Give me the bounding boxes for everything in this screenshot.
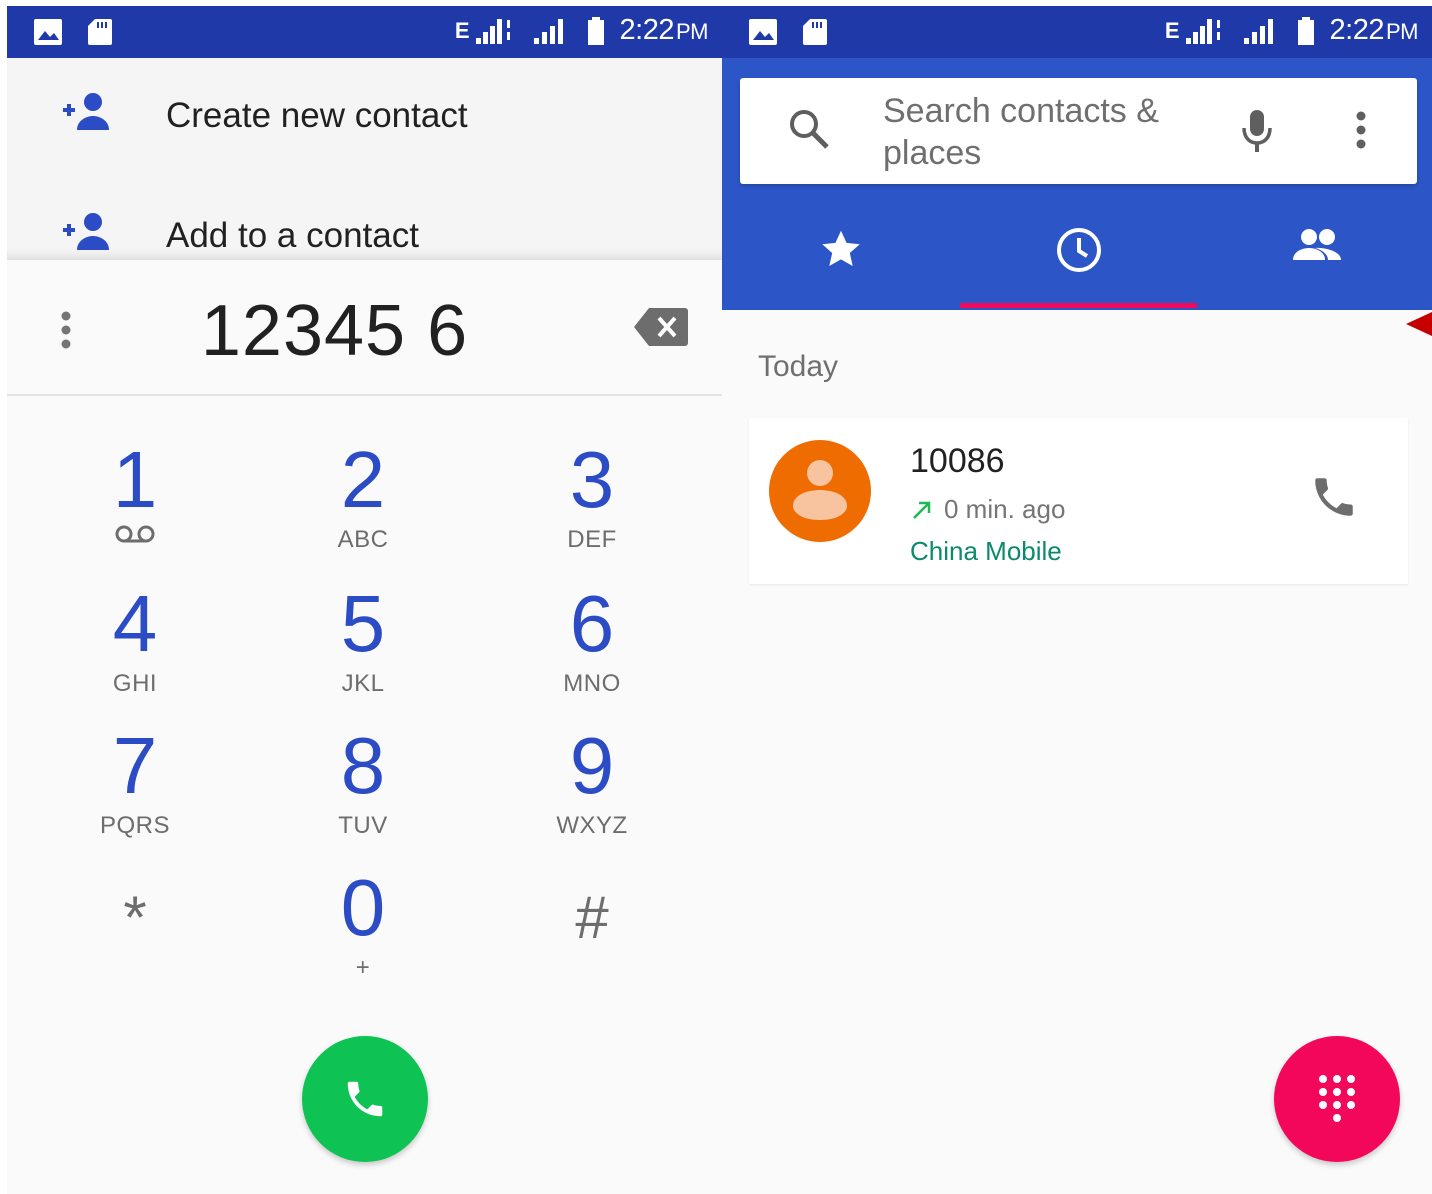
search-box[interactable]: Search contacts & places (740, 78, 1417, 184)
backspace-icon[interactable] (633, 306, 689, 348)
tab-contacts[interactable] (1198, 204, 1432, 308)
call-time: 0 min. ago (944, 494, 1066, 524)
battery-icon (1297, 16, 1314, 45)
digits-bar: 12345 6 (7, 260, 722, 396)
add-to-contact-label: Add to a contact (166, 216, 419, 255)
phone-icon[interactable] (1309, 472, 1359, 522)
signal-icon-2 (533, 18, 563, 44)
dialpad-icon (1319, 1075, 1355, 1122)
sd-card-icon (88, 19, 112, 45)
network-type: E (454, 17, 470, 43)
dialed-digits[interactable]: 12345 6 (7, 290, 722, 372)
key-star[interactable]: * (55, 876, 215, 996)
add-to-contact-item[interactable]: Add to a contact (7, 206, 722, 266)
key-9[interactable]: 9 WXYZ (512, 726, 672, 846)
image-notification-icon (34, 19, 62, 45)
person-icon (793, 460, 847, 520)
app-header: Search contacts & places (722, 58, 1432, 310)
add-person-icon (63, 93, 109, 130)
pointer-marker (1406, 312, 1432, 336)
key-3[interactable]: 3 DEF (512, 440, 672, 560)
key-5[interactable]: 5 JKL (283, 584, 443, 704)
signal-icon (475, 18, 510, 44)
call-button[interactable] (302, 1036, 428, 1162)
create-new-contact-item[interactable]: Create new contact (7, 86, 722, 146)
call-number: 10086 (910, 442, 1005, 480)
phone-icon (347, 1081, 383, 1117)
tab-recents[interactable] (960, 204, 1197, 308)
tab-speed-dial[interactable] (722, 204, 959, 308)
dialer-screen: E 2:22PM Create new contact Add to a con… (7, 6, 722, 1194)
people-icon (1292, 229, 1341, 260)
voicemail-icon (115, 525, 155, 543)
recents-screen: E 2:22PM Search contacts & places Today (722, 6, 1432, 1194)
clock: 2:22PM (1329, 14, 1419, 46)
search-placeholder[interactable]: Search contacts & places (883, 90, 1213, 174)
search-icon (790, 110, 829, 149)
add-person-icon (63, 213, 109, 250)
suggestion-list: Create new contact Add to a contact (7, 58, 722, 260)
signal-icon-2 (1243, 18, 1273, 44)
key-4[interactable]: 4 GHI (55, 584, 215, 704)
signal-icon (1185, 18, 1220, 44)
status-bar: E 2:22PM (722, 6, 1432, 58)
dialpad-button[interactable] (1274, 1036, 1400, 1162)
key-6[interactable]: 6 MNO (512, 584, 672, 704)
clock: 2:22PM (619, 14, 709, 46)
clock-icon (1056, 228, 1101, 272)
call-carrier: China Mobile (910, 536, 1062, 566)
outgoing-call-arrow-icon (913, 501, 931, 519)
call-meta: 0 min. ago (910, 494, 1065, 525)
network-type: E (1164, 17, 1180, 43)
key-2[interactable]: 2 ABC (283, 440, 443, 560)
key-0[interactable]: 0 + (283, 868, 443, 988)
battery-icon (587, 16, 604, 45)
key-8[interactable]: 8 TUV (283, 726, 443, 846)
sd-card-icon (803, 19, 827, 45)
section-header: Today (758, 350, 839, 383)
image-notification-icon (749, 19, 777, 45)
key-1[interactable]: 1 (55, 440, 215, 560)
call-log-item[interactable]: 10086 0 min. ago China Mobile (749, 418, 1408, 584)
key-7[interactable]: 7 PQRS (55, 726, 215, 846)
avatar (769, 440, 871, 542)
status-bar: E 2:22PM (7, 6, 722, 58)
microphone-icon[interactable] (1240, 108, 1274, 154)
star-icon (821, 230, 860, 267)
create-new-contact-label: Create new contact (166, 96, 468, 135)
overflow-menu-icon[interactable] (1354, 110, 1368, 150)
key-hash[interactable]: # (512, 876, 672, 996)
